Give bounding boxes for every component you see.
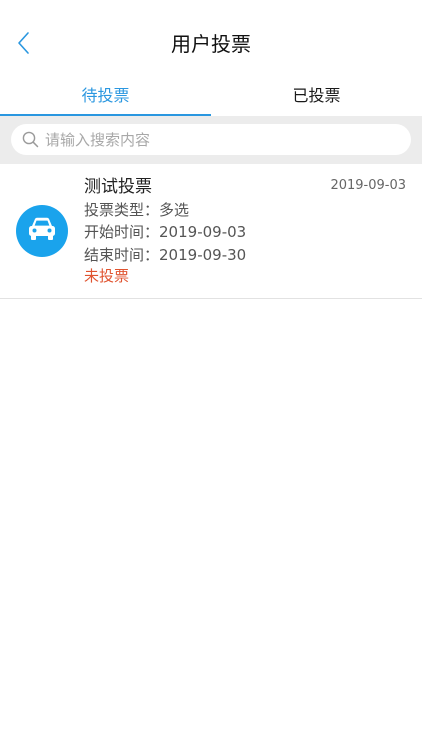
status-badge: 未投票 xyxy=(84,267,130,285)
tab-voted-label: 已投票 xyxy=(292,86,341,105)
search-bar xyxy=(0,116,422,164)
vote-type-label: 投票类型： xyxy=(84,201,160,219)
tab-bar: 待投票 已投票 xyxy=(0,72,422,116)
end-time-value: 2019-09-30 xyxy=(159,246,247,264)
item-date: 2019-09-03 xyxy=(330,178,406,193)
start-time-row: 开始时间：2019-09-03 xyxy=(84,222,246,242)
avatar xyxy=(16,205,68,257)
list-item[interactable]: 测试投票 2019-09-03 投票类型：多选 开始时间：2019-09-03 … xyxy=(0,164,422,299)
tab-voted[interactable]: 已投票 xyxy=(211,72,422,116)
end-time-label: 结束时间： xyxy=(84,246,160,264)
page-title: 用户投票 xyxy=(171,32,251,56)
vote-type-value: 多选 xyxy=(159,201,190,219)
start-time-value: 2019-09-03 xyxy=(159,223,247,241)
search-box[interactable] xyxy=(11,124,411,155)
search-icon xyxy=(21,131,39,149)
start-time-label: 开始时间： xyxy=(84,223,160,241)
vote-type-row: 投票类型：多选 xyxy=(84,200,189,220)
car-icon xyxy=(26,216,58,246)
end-time-row: 结束时间：2019-09-30 xyxy=(84,245,246,265)
search-input[interactable] xyxy=(45,130,385,149)
tab-pending-label: 待投票 xyxy=(81,86,130,105)
item-title: 测试投票 xyxy=(84,177,152,197)
tab-pending[interactable]: 待投票 xyxy=(0,72,211,116)
vote-screen: 用户投票 待投票 已投票 请输入搜索内容 测试投票 2019-09-03 投票类… xyxy=(0,0,422,750)
